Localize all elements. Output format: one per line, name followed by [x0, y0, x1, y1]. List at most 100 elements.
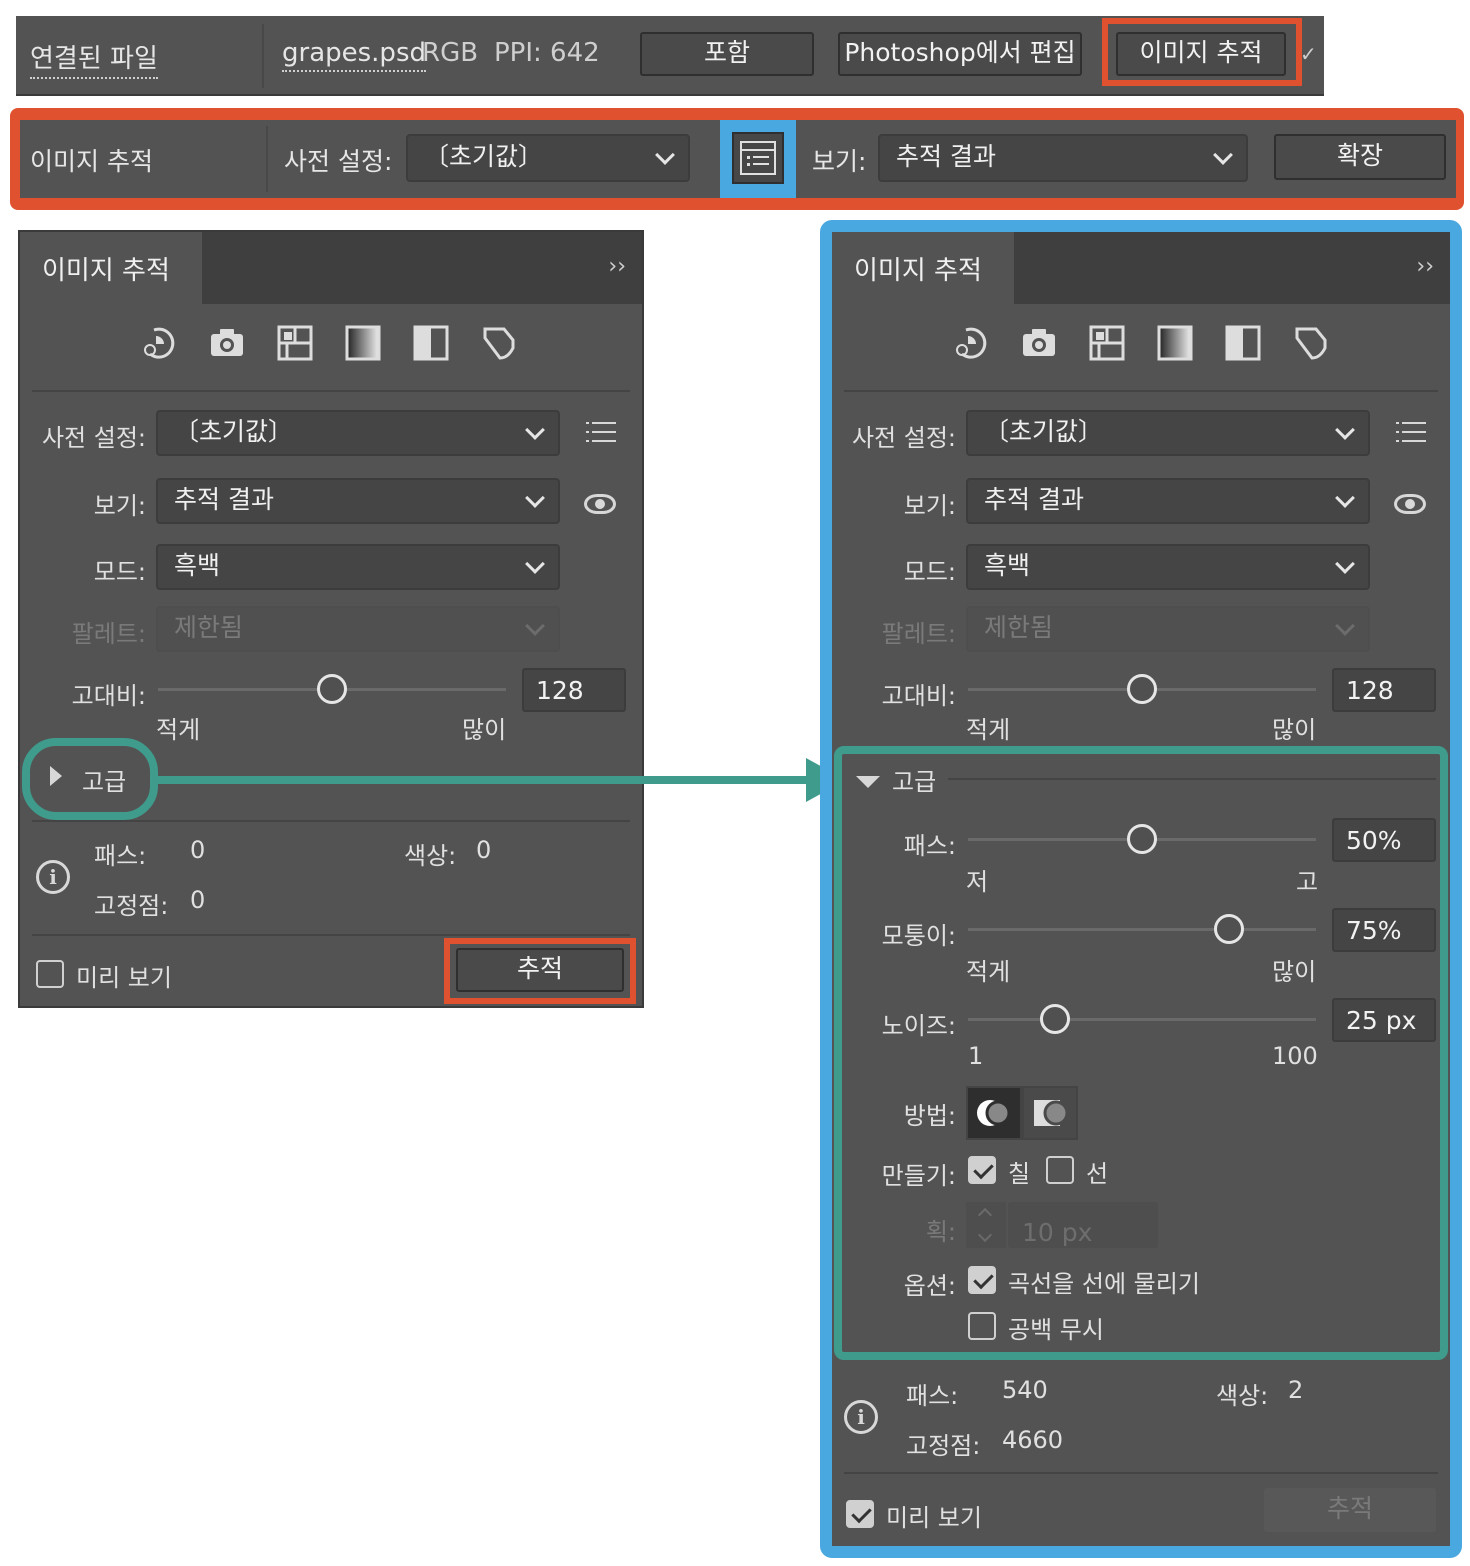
strokes-checkbox[interactable]	[1046, 1156, 1074, 1184]
half-square-icon[interactable]	[412, 324, 450, 362]
divider	[32, 390, 630, 392]
preset-label: 사전 설정:	[851, 424, 956, 452]
anchors-count-value: 0	[190, 886, 206, 914]
preview-checkbox[interactable]	[846, 1500, 874, 1528]
ignore-white-label: 공백 무시	[1008, 1316, 1104, 1344]
camera-icon[interactable]	[208, 324, 246, 362]
eye-icon[interactable]	[584, 494, 616, 514]
divider	[262, 24, 264, 88]
linked-file-label[interactable]: 연결된 파일	[30, 38, 158, 79]
image-trace-panel-button[interactable]	[732, 132, 784, 184]
noise-max-label: 100	[1272, 1042, 1318, 1070]
preview-checkbox[interactable]	[36, 960, 64, 988]
noise-slider-knob[interactable]	[1040, 1004, 1070, 1034]
view-value: 추적 결과	[174, 485, 274, 514]
threshold-label: 고대비:	[881, 682, 956, 710]
embed-button[interactable]: 포함	[640, 32, 814, 76]
extra-menu[interactable]: ✓	[1300, 42, 1317, 66]
highlight-trace-button	[444, 938, 636, 1004]
filename-link[interactable]: grapes.psd	[282, 38, 426, 72]
noise-slider[interactable]	[968, 1004, 1316, 1034]
overlapping-method-icon	[1034, 1100, 1069, 1126]
paths-input[interactable]: 50%	[1332, 818, 1436, 862]
anchors-count-label: 고정점:	[94, 892, 169, 920]
half-square-icon[interactable]	[1224, 324, 1262, 362]
threshold-min-label: 적게	[966, 716, 1011, 744]
eye-icon[interactable]	[1394, 494, 1426, 514]
mode-dropdown[interactable]: 흑백	[156, 544, 560, 590]
view-dropdown[interactable]: 추적 결과	[966, 478, 1370, 524]
threshold-input[interactable]: 128	[522, 668, 626, 712]
paths-count-value: 0	[190, 836, 206, 864]
chevron-down-icon	[1335, 554, 1355, 574]
divider	[32, 820, 630, 822]
fills-checkbox[interactable]	[968, 1156, 996, 1184]
panel-icon	[740, 141, 776, 175]
image-trace-panel-collapsed: 이미지 추적 ›› 사전 설정: 〔초기값〕 보기: 추적 결과 모드: 흑백 …	[20, 232, 642, 1006]
colors-count-label: 색상:	[1216, 1382, 1269, 1410]
view-dropdown[interactable]: 추적 결과	[156, 478, 560, 524]
paths-slider-knob[interactable]	[1127, 824, 1157, 854]
corners-slider[interactable]	[968, 914, 1316, 944]
chevron-up-icon	[977, 1207, 993, 1223]
image-trace-panel-expanded: 이미지 추적 ›› 사전 설정: 〔초기값〕 보기: 추적 결과 모드: 흑백 …	[832, 232, 1450, 1546]
advanced-toggle[interactable]: 고급	[892, 762, 936, 797]
threshold-slider-knob[interactable]	[317, 674, 347, 704]
double-chevron-icon[interactable]: ››	[1416, 254, 1434, 279]
panel-tab[interactable]: 이미지 추적	[832, 232, 1014, 304]
preset-value: 〔초기값〕	[174, 417, 294, 446]
snap-curves-checkbox[interactable]	[968, 1266, 996, 1294]
double-chevron-icon[interactable]: ››	[608, 254, 626, 279]
noise-input[interactable]: 25 px	[1332, 998, 1436, 1042]
threshold-input[interactable]: 128	[1332, 668, 1436, 712]
preset-value: 〔초기값〕	[424, 142, 544, 171]
corners-input[interactable]: 75%	[1332, 908, 1436, 952]
options-label: 옵션:	[903, 1272, 956, 1300]
chevron-down-icon	[1335, 420, 1355, 440]
chevron-down-icon	[525, 616, 545, 636]
paths-slider[interactable]	[968, 824, 1316, 854]
fills-label: 칠	[1008, 1160, 1031, 1188]
auto-color-icon[interactable]	[952, 324, 990, 362]
threshold-slider-knob[interactable]	[1127, 674, 1157, 704]
preset-label: 사전 설정:	[284, 147, 393, 176]
chevron-down-icon	[977, 1227, 993, 1243]
threshold-slider[interactable]	[158, 674, 506, 704]
view-dropdown[interactable]: 추적 결과	[878, 134, 1248, 182]
expand-button[interactable]: 확장	[1274, 134, 1446, 180]
preset-icons	[952, 324, 1352, 374]
paths-count-label: 패스:	[906, 1382, 959, 1410]
threshold-max-label: 많이	[462, 716, 507, 744]
callout-arrow-line	[158, 776, 808, 784]
abutting-method-icon	[977, 1100, 1011, 1126]
image-trace-bar-inner: 이미지 추적 사전 설정: 〔초기값〕 보기: 추적 결과 확장	[20, 120, 1456, 198]
mode-label: 모드:	[93, 558, 146, 586]
palette-dropdown: 제한됨	[966, 606, 1370, 652]
ignore-white-checkbox[interactable]	[968, 1312, 996, 1340]
threshold-slider[interactable]	[968, 674, 1316, 704]
edit-in-photoshop-button[interactable]: Photoshop에서 편집	[838, 32, 1082, 76]
panel-tab[interactable]: 이미지 추적	[20, 232, 202, 304]
preset-dropdown[interactable]: 〔초기값〕	[966, 410, 1370, 456]
gradient-icon[interactable]	[344, 324, 382, 362]
list-icon[interactable]	[1396, 422, 1426, 444]
threshold-min-label: 적게	[156, 716, 201, 744]
camera-icon[interactable]	[1020, 324, 1058, 362]
grid-icon[interactable]	[1088, 324, 1126, 362]
outline-icon[interactable]	[480, 324, 518, 362]
outline-icon[interactable]	[1292, 324, 1330, 362]
preset-dropdown[interactable]: 〔초기값〕	[156, 410, 560, 456]
disclosure-triangle-icon[interactable]	[856, 776, 880, 788]
palette-dropdown: 제한됨	[156, 606, 560, 652]
list-icon[interactable]	[586, 422, 616, 444]
grid-icon[interactable]	[276, 324, 314, 362]
mode-dropdown[interactable]: 흑백	[966, 544, 1370, 590]
method-overlapping-button[interactable]	[1022, 1086, 1078, 1140]
corners-slider-knob[interactable]	[1214, 914, 1244, 944]
auto-color-icon[interactable]	[140, 324, 178, 362]
ppi-readout: PPI: 642	[494, 38, 600, 68]
preset-dropdown[interactable]: 〔초기값〕	[406, 134, 690, 182]
method-abutting-button[interactable]	[966, 1086, 1022, 1140]
view-value: 추적 결과	[896, 142, 996, 171]
gradient-icon[interactable]	[1156, 324, 1194, 362]
